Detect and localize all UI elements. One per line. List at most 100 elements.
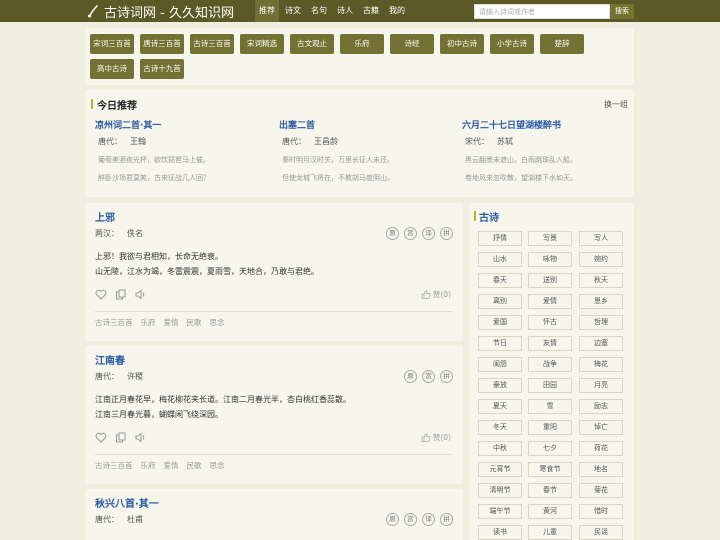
author-name[interactable]: 杜甫 bbox=[127, 515, 143, 524]
sidebar-tag[interactable]: 秋天 bbox=[579, 273, 623, 288]
recommend-title[interactable]: 六月二十七日望湖楼醉书 bbox=[462, 118, 632, 131]
sidebar-tag[interactable]: 咏物 bbox=[528, 252, 572, 267]
sidebar-tag[interactable]: 战争 bbox=[528, 357, 572, 372]
sidebar-tag[interactable]: 田园 bbox=[528, 378, 572, 393]
category-tag[interactable]: 唐诗三百首 bbox=[140, 34, 184, 54]
sidebar-tag[interactable]: 重阳 bbox=[528, 420, 572, 435]
copy-icon[interactable] bbox=[115, 289, 127, 300]
sidebar-tag[interactable]: 冬天 bbox=[478, 420, 522, 435]
poem-title[interactable]: 上邪 bbox=[95, 209, 115, 224]
sidebar-tag[interactable]: 婉约 bbox=[579, 252, 623, 267]
sidebar-tag[interactable]: 元宵节 bbox=[478, 462, 522, 477]
category-tag[interactable]: 古诗十九首 bbox=[140, 59, 184, 79]
nav-item-poets[interactable]: 诗人 bbox=[333, 0, 357, 22]
poem-tag[interactable]: 古诗三百首 bbox=[95, 460, 133, 471]
sidebar-tag[interactable]: 寒食节 bbox=[528, 462, 572, 477]
sidebar-tag[interactable]: 中秋 bbox=[478, 441, 522, 456]
heart-icon[interactable] bbox=[95, 289, 107, 300]
sidebar-tag[interactable]: 儿童 bbox=[528, 525, 572, 540]
category-tag[interactable]: 乐府 bbox=[340, 34, 384, 54]
poem-tag[interactable]: 民歌 bbox=[187, 460, 202, 471]
nav-item-classics[interactable]: 古籍 bbox=[359, 0, 383, 22]
translation-button[interactable]: 译 bbox=[422, 227, 435, 240]
copy-icon[interactable] bbox=[115, 432, 127, 443]
sidebar-tag[interactable]: 春天 bbox=[478, 273, 522, 288]
author-name[interactable]: 王昌龄 bbox=[314, 137, 338, 146]
sidebar-tag[interactable]: 友情 bbox=[528, 336, 572, 351]
nav-item-quotes[interactable]: 名句 bbox=[307, 0, 331, 22]
like-button[interactable]: 赞(0) bbox=[421, 289, 451, 300]
pinyin-button[interactable]: 拼 bbox=[440, 227, 453, 240]
sidebar-tag[interactable]: 清明节 bbox=[478, 483, 522, 498]
poem-tag[interactable]: 思念 bbox=[210, 317, 225, 328]
original-button[interactable]: 原 bbox=[386, 227, 399, 240]
pinyin-button[interactable]: 拼 bbox=[440, 513, 453, 526]
sidebar-tag[interactable]: 豪放 bbox=[478, 378, 522, 393]
sidebar-tag[interactable]: 读书 bbox=[478, 525, 522, 540]
pinyin-button[interactable]: 拼 bbox=[440, 370, 453, 383]
sidebar-tag[interactable]: 春节 bbox=[528, 483, 572, 498]
sidebar-tag[interactable]: 抒情 bbox=[478, 231, 522, 246]
poem-tag[interactable]: 爱情 bbox=[164, 317, 179, 328]
original-button[interactable]: 原 bbox=[386, 513, 399, 526]
search-input[interactable] bbox=[474, 4, 610, 19]
sidebar-tag[interactable]: 励志 bbox=[579, 399, 623, 414]
poem-tag[interactable]: 古诗三百首 bbox=[95, 317, 133, 328]
sidebar-tag[interactable]: 哲理 bbox=[579, 315, 623, 330]
sidebar-tag[interactable]: 黄河 bbox=[528, 504, 572, 519]
category-tag[interactable]: 诗经 bbox=[390, 34, 434, 54]
sidebar-tag[interactable]: 民谣 bbox=[579, 525, 623, 540]
speaker-icon[interactable] bbox=[135, 289, 147, 300]
sidebar-tag[interactable]: 荷花 bbox=[579, 441, 623, 456]
category-tag[interactable]: 古诗三百首 bbox=[190, 34, 234, 54]
category-tag[interactable]: 小学古诗 bbox=[490, 34, 534, 54]
like-button[interactable]: 赞(0) bbox=[421, 432, 451, 443]
poem-tag[interactable]: 民歌 bbox=[187, 317, 202, 328]
author-name[interactable]: 王翰 bbox=[130, 137, 146, 146]
poem-tag[interactable]: 乐府 bbox=[141, 460, 156, 471]
poem-tag[interactable]: 爱情 bbox=[164, 460, 179, 471]
poem-tag[interactable]: 思念 bbox=[210, 460, 225, 471]
sidebar-tag[interactable]: 惜时 bbox=[579, 504, 623, 519]
nav-item-mine[interactable]: 我的 bbox=[385, 0, 409, 22]
sidebar-tag[interactable]: 悼亡 bbox=[579, 420, 623, 435]
sidebar-tag[interactable]: 离别 bbox=[478, 294, 522, 309]
sidebar-tag[interactable]: 思乡 bbox=[579, 294, 623, 309]
sidebar-tag[interactable]: 山水 bbox=[478, 252, 522, 267]
sidebar-tag[interactable]: 梅花 bbox=[579, 357, 623, 372]
appreciation-button[interactable]: 赏 bbox=[422, 370, 435, 383]
author-name[interactable]: 许稷 bbox=[127, 372, 143, 381]
sidebar-tag[interactable]: 爱国 bbox=[478, 315, 522, 330]
sidebar-tag[interactable]: 菊花 bbox=[579, 483, 623, 498]
sidebar-tag[interactable]: 夏天 bbox=[478, 399, 522, 414]
sidebar-tag[interactable]: 雪 bbox=[528, 399, 572, 414]
appreciation-button[interactable]: 赏 bbox=[404, 513, 417, 526]
category-tag[interactable]: 高中古诗 bbox=[90, 59, 134, 79]
category-tag[interactable]: 宋词三百首 bbox=[90, 34, 134, 54]
author-name[interactable]: 苏轼 bbox=[497, 137, 513, 146]
sidebar-tag[interactable]: 节日 bbox=[478, 336, 522, 351]
original-button[interactable]: 原 bbox=[404, 370, 417, 383]
sidebar-tag[interactable]: 月亮 bbox=[579, 378, 623, 393]
sidebar-tag[interactable]: 爱情 bbox=[528, 294, 572, 309]
sidebar-tag[interactable]: 七夕 bbox=[528, 441, 572, 456]
nav-item-poems[interactable]: 诗文 bbox=[281, 0, 305, 22]
poem-title[interactable]: 秋兴八首·其一 bbox=[95, 495, 159, 510]
nav-item-recommend[interactable]: 推荐 bbox=[255, 0, 279, 22]
poem-tag[interactable]: 乐府 bbox=[141, 317, 156, 328]
sidebar-tag[interactable]: 怀古 bbox=[528, 315, 572, 330]
speaker-icon[interactable] bbox=[135, 432, 147, 443]
search-button[interactable]: 搜索 bbox=[610, 4, 634, 19]
sidebar-tag[interactable]: 闺怨 bbox=[478, 357, 522, 372]
site-logo[interactable]: 古诗词网 - 久久知识网 bbox=[86, 2, 234, 21]
sidebar-tag[interactable]: 写人 bbox=[579, 231, 623, 246]
recommend-title[interactable]: 凉州词二首·其一 bbox=[95, 118, 265, 131]
category-tag[interactable]: 古文观止 bbox=[290, 34, 334, 54]
change-group-button[interactable]: 换一组 bbox=[604, 99, 628, 110]
category-tag[interactable]: 初中古诗 bbox=[440, 34, 484, 54]
sidebar-tag[interactable]: 边塞 bbox=[579, 336, 623, 351]
sidebar-tag[interactable]: 地名 bbox=[579, 462, 623, 477]
sidebar-tag[interactable]: 送别 bbox=[528, 273, 572, 288]
recommend-title[interactable]: 出塞二首 bbox=[279, 118, 449, 131]
appreciation-button[interactable]: 赏 bbox=[404, 227, 417, 240]
